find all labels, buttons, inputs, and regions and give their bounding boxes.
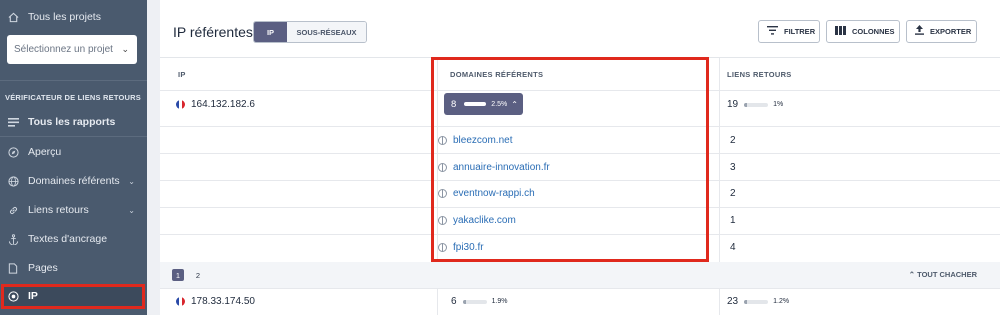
divider	[160, 288, 1000, 289]
sidebar-item-all-reports[interactable]: Tous les rapports	[0, 115, 147, 129]
project-select-placeholder: Sélectionnez un projet	[14, 44, 113, 55]
domain-backlinks-count: 4	[730, 242, 736, 253]
sidebar-item-label: Domaines référents	[28, 175, 120, 187]
hide-all-button[interactable]: ⌃ TOUT CHACHER	[909, 270, 977, 279]
domains-share-pct: 1.9%	[491, 298, 508, 305]
backlinks-share-bar	[744, 299, 769, 304]
view-toggle: IP SOUS-RÉSEAUX	[253, 21, 367, 43]
hide-all-label: TOUT CHACHER	[917, 270, 977, 279]
backlinks-share-pct: 1.2%	[773, 298, 790, 305]
divider	[719, 58, 720, 262]
export-button[interactable]: EXPORTER	[906, 20, 977, 43]
sidebar-item-label: Aperçu	[28, 146, 62, 158]
globe-icon	[7, 175, 19, 187]
backlinks-count: 23	[727, 296, 739, 307]
highlight-box	[431, 57, 709, 262]
filter-button-label: FILTRER	[784, 27, 816, 36]
ip-address: 178.33.174.50	[191, 296, 255, 307]
target-icon	[7, 290, 19, 302]
backlinks-cell: 23 1.2%	[727, 296, 789, 307]
columns-button-label: COLONNES	[852, 27, 895, 36]
chevron-up-icon: ⌃	[908, 270, 918, 279]
backlinks-cell: 19 1%	[727, 99, 783, 110]
domains-count: 6	[451, 296, 457, 307]
sidebar-item-referring-domains[interactable]: Domaines référents ⌄	[0, 174, 147, 188]
ip-cell: 164.132.182.6	[176, 99, 255, 110]
chevron-down-icon: ⌄	[121, 44, 129, 54]
sidebar-item-label: Tous les projets	[28, 11, 101, 23]
sidebar-item-pages[interactable]: Pages	[0, 261, 147, 275]
sidebar-item-label: Tous les rapports	[28, 116, 116, 128]
column-header-backlinks[interactable]: LIENS RETOURS	[727, 70, 792, 79]
ip-cell: 178.33.174.50	[176, 296, 255, 307]
sidebar-item-overview[interactable]: Aperçu	[0, 145, 147, 159]
sidebar-item-anchor-texts[interactable]: Textes d'ancrage	[0, 232, 147, 246]
backlinks-share-pct: 1%	[773, 101, 784, 108]
list-icon	[7, 116, 19, 128]
page-icon	[7, 262, 19, 274]
main-panel: IP référentes IP SOUS-RÉSEAUX FILTRER CO…	[160, 0, 1000, 315]
page-1-button[interactable]: 1	[172, 269, 184, 281]
ip-address: 164.132.182.6	[191, 99, 255, 110]
toggle-subnets[interactable]: SOUS-RÉSEAUX	[287, 22, 366, 42]
france-flag-icon	[176, 297, 185, 306]
referring-domains-cell: 6 1.9%	[451, 296, 508, 307]
domain-backlinks-count: 2	[730, 135, 736, 146]
project-select[interactable]: Sélectionnez un projet ⌄	[7, 35, 137, 64]
columns-button[interactable]: COLONNES	[826, 20, 900, 43]
sidebar-item-label: IP	[28, 290, 38, 302]
domain-backlinks-count: 2	[730, 188, 736, 199]
divider	[0, 80, 147, 81]
sidebar-item-label: Pages	[28, 262, 58, 274]
sidebar-item-label: Liens retours	[28, 204, 89, 216]
sidebar-item-label: Textes d'ancrage	[28, 233, 108, 245]
anchor-icon	[7, 233, 19, 245]
link-icon	[7, 204, 19, 216]
divider	[719, 288, 720, 315]
upload-icon	[915, 25, 924, 38]
toggle-ip[interactable]: IP	[254, 22, 287, 42]
chevron-down-icon: ⌄	[128, 205, 135, 215]
export-button-label: EXPORTER	[930, 27, 972, 36]
sidebar-item-ip[interactable]: IP	[0, 289, 147, 303]
backlinks-share-bar	[744, 102, 769, 107]
page-2-button[interactable]: 2	[192, 269, 204, 281]
filter-button[interactable]: FILTRER	[758, 20, 820, 43]
column-header-ip[interactable]: IP	[178, 70, 186, 79]
domain-backlinks-count: 3	[730, 162, 736, 173]
sidebar-section-title: VÉRIFICATEUR DE LIENS RETOURS	[5, 93, 141, 102]
sidebar: Tous les projets Sélectionnez un projet …	[0, 0, 147, 315]
sidebar-item-backlinks[interactable]: Liens retours ⌄	[0, 203, 147, 217]
domain-backlinks-count: 1	[730, 215, 736, 226]
filter-icon	[767, 25, 778, 38]
france-flag-icon	[176, 100, 185, 109]
pagination-bar: 1 2 ⌃ TOUT CHACHER	[160, 262, 1000, 288]
domains-share-bar	[462, 299, 487, 304]
compass-icon	[7, 146, 19, 158]
page-title: IP référentes	[173, 24, 253, 40]
divider	[0, 136, 147, 137]
chevron-down-icon: ⌄	[128, 176, 135, 186]
columns-icon	[835, 25, 846, 38]
home-icon	[7, 11, 19, 23]
backlinks-count: 19	[727, 99, 739, 110]
divider	[437, 288, 438, 315]
sidebar-item-all-projects[interactable]: Tous les projets	[0, 10, 147, 24]
page-header: IP référentes IP SOUS-RÉSEAUX FILTRER CO…	[160, 0, 1000, 58]
